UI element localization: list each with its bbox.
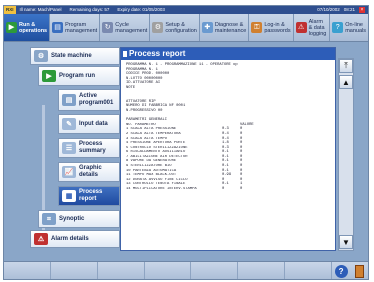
alarm-icon: ⚠ [295, 22, 307, 33]
sidebar-item-label: Synoptic [59, 215, 85, 222]
sidebar-item-process-summary[interactable]: ☰ Process summary [58, 138, 120, 158]
cycle-icon: ↻ [102, 22, 114, 33]
sidebar-item-input-data[interactable]: ✎ Input data [58, 114, 120, 134]
scroll-up-button[interactable]: ▲ [339, 75, 353, 89]
param-row: 14 MOLTIPLICATORE INTERV.STAMPA 0 0 [126, 187, 243, 192]
key-icon: ⚿ [251, 22, 263, 33]
function-key-5[interactable] [191, 262, 239, 279]
function-key-7[interactable] [285, 262, 333, 279]
function-key-3[interactable] [98, 262, 145, 279]
status-bar: RXI Ill name: Mach/Panel Remaining days:… [4, 6, 368, 14]
sidebar-item-state-machine[interactable]: ⚙ State machine [30, 47, 120, 65]
sidebar-item-process-report[interactable]: ▦ Process report [58, 186, 120, 206]
expiry-date: Expiry date: 01/05/2003 [117, 7, 165, 12]
tab-label: Diagnose & maintenance [214, 21, 247, 34]
panel-title-bar: Process report [121, 48, 335, 60]
run-icon: ▶ [6, 22, 17, 33]
alarm-icon: ⚠ [34, 233, 48, 245]
tab-label: Log-in & passwords [264, 21, 291, 34]
main-tabs: ▶ Run & operations ▤ Program management … [4, 14, 368, 42]
tab-run-operations[interactable]: ▶ Run & operations [4, 14, 51, 41]
summary-icon: ☰ [62, 142, 76, 154]
remaining-days: Remaining days: 57 [69, 7, 110, 12]
title-marker-icon [123, 51, 127, 57]
function-key-4[interactable] [145, 262, 192, 279]
tab-online-manuals[interactable]: ? On-line manuals [330, 14, 368, 41]
sidebar-item-label: Process summary [79, 141, 106, 154]
synoptic-icon: ⌗ [42, 213, 56, 225]
function-key-6[interactable] [238, 262, 286, 279]
tab-label: On-line manuals [345, 21, 367, 34]
sidebar-item-program-run[interactable]: ▶ Program run [38, 66, 120, 86]
exit-door-icon [354, 265, 364, 278]
close-icon[interactable]: × [359, 7, 365, 13]
setup-icon: ⚙ [152, 22, 164, 33]
exit-button[interactable] [350, 262, 368, 279]
sidebar-item-label: State machine [51, 52, 92, 59]
tab-label: Run & operations [19, 21, 48, 34]
program-run-icon: ▶ [42, 70, 56, 82]
manual-icon: ? [332, 22, 344, 33]
sidebar-item-label: Input data [79, 120, 108, 127]
hmi-screen: RXI Ill name: Mach/Panel Remaining days:… [3, 5, 369, 280]
scroll-down-button[interactable]: ▼ [339, 235, 353, 249]
tab-diagnose-maintenance[interactable]: ✚ Diagnose & maintenance [200, 14, 250, 41]
sidebar-item-alarm-details[interactable]: ⚠ Alarm details [30, 230, 120, 248]
tab-label: Setup & configuration [165, 21, 197, 34]
function-key-2[interactable] [51, 262, 98, 279]
report-text: PROGRAMMA N. 1 - PROGRAMMAZIONE 11 - OPE… [121, 60, 335, 195]
help-icon: ? [334, 265, 348, 278]
diagnose-icon: ✚ [201, 22, 213, 33]
app-logo: RXI [4, 6, 16, 14]
current-time: 08:21 [343, 7, 355, 12]
tab-login-passwords[interactable]: ⚿ Log-in & passwords [249, 14, 294, 41]
bottom-toolbar: ? [4, 261, 368, 279]
tab-label: Program management [65, 21, 98, 34]
user-name: Ill name: Mach/Panel [19, 7, 62, 12]
tab-setup-configuration[interactable]: ⚙ Setup & configuration [150, 14, 200, 41]
sidebar: ⚙ State machine ▶ Program run ▤ Active p… [30, 47, 120, 248]
sidebar-item-synoptic[interactable]: ⌗ Synoptic [38, 210, 120, 228]
input-data-icon: ✎ [62, 118, 76, 130]
program-icon: ▤ [52, 22, 64, 33]
help-button[interactable]: ? [332, 262, 350, 279]
scroll-top-button[interactable]: ⤒ [339, 59, 353, 73]
sidebar-item-label: Graphic details [79, 165, 102, 178]
tab-alarm-logging[interactable]: ⚠ Alarm & data logging [294, 14, 331, 41]
sidebar-item-label: Alarm details [51, 235, 89, 242]
current-date: 07/10/2002 [317, 7, 340, 12]
tab-label: Cycle management [115, 21, 148, 34]
scrollbar[interactable]: ⤒ ▲ ▼ [338, 58, 354, 251]
tab-label: Alarm & data logging [308, 18, 327, 37]
function-key-1[interactable] [4, 262, 51, 279]
params-table: 1 SCALA ALTA PRESSIONE 0-3 0 2 SCALA ALTA T… [126, 127, 330, 191]
report-icon: ▦ [62, 190, 76, 202]
sidebar-item-graphic-details[interactable]: 📈 Graphic details [58, 162, 120, 182]
tab-program-management[interactable]: ▤ Program management [50, 14, 101, 41]
active-program-icon: ▤ [62, 94, 76, 106]
sidebar-item-label: Program run [59, 72, 96, 79]
sidebar-item-active-program[interactable]: ▤ Active program001 [58, 89, 120, 111]
state-machine-icon: ⚙ [34, 50, 48, 62]
sidebar-item-label: Active program001 [79, 93, 114, 106]
sidebar-item-label: Process report [79, 189, 103, 202]
page-title: Process report [129, 49, 186, 58]
process-report-panel: Process report PROGRAMMA N. 1 - PROGRAMM… [120, 47, 336, 251]
graph-icon: 📈 [62, 166, 76, 178]
tab-cycle-management[interactable]: ↻ Cycle management [100, 14, 151, 41]
